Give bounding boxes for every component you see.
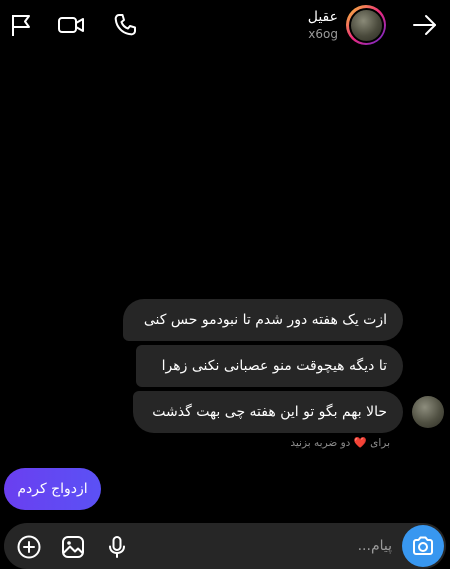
hint-suffix: دو ضربه بزنید: [290, 437, 351, 449]
message-text: ازدواج کردم: [17, 481, 88, 497]
message-text: ازت یک هفته دور شدم تا نبودمو حس کنی: [143, 312, 387, 328]
phone-icon[interactable]: [110, 10, 140, 40]
flag-icon[interactable]: [6, 10, 36, 40]
message-composer: [4, 523, 446, 569]
contact-info[interactable]: عقیل x6og: [308, 5, 386, 45]
arrow-right-icon[interactable]: [410, 10, 440, 40]
message-text: تا دیگه هیچوقت منو عصبانی نکنی زهرا: [161, 358, 387, 374]
message-input[interactable]: [148, 523, 396, 569]
sender-avatar[interactable]: [412, 396, 444, 428]
reaction-hint: برای ❤️ دو ضربه بزنید: [280, 436, 390, 449]
microphone-icon[interactable]: [104, 534, 130, 560]
plus-circle-icon[interactable]: [16, 534, 42, 560]
message-text: حالا بهم بگو تو این هفته چی بهت گذشت: [152, 404, 387, 420]
chat-header: عقیل x6og: [0, 0, 450, 52]
hint-prefix: برای: [370, 437, 390, 449]
dm-screen: عقیل x6og ازت یک هفته دور شدم تا نبودمو …: [0, 0, 450, 569]
heart-icon: ❤️: [353, 437, 367, 449]
contact-name: عقیل: [307, 9, 338, 25]
image-icon[interactable]: [60, 534, 86, 560]
sent-message-bubble[interactable]: ازدواج کردم: [4, 468, 101, 510]
contact-username: x6og: [308, 27, 338, 41]
contact-avatar[interactable]: [346, 5, 386, 45]
message-bubble[interactable]: ازت یک هفته دور شدم تا نبودمو حس کنی: [123, 299, 403, 341]
avatar-image: [348, 7, 384, 43]
contact-text: عقیل x6og: [308, 8, 338, 42]
video-camera-icon[interactable]: [56, 10, 86, 40]
camera-icon: [413, 536, 433, 555]
camera-button[interactable]: [402, 525, 444, 567]
message-bubble[interactable]: تا دیگه هیچوقت منو عصبانی نکنی زهرا: [136, 345, 403, 387]
message-bubble[interactable]: حالا بهم بگو تو این هفته چی بهت گذشت: [133, 391, 403, 433]
